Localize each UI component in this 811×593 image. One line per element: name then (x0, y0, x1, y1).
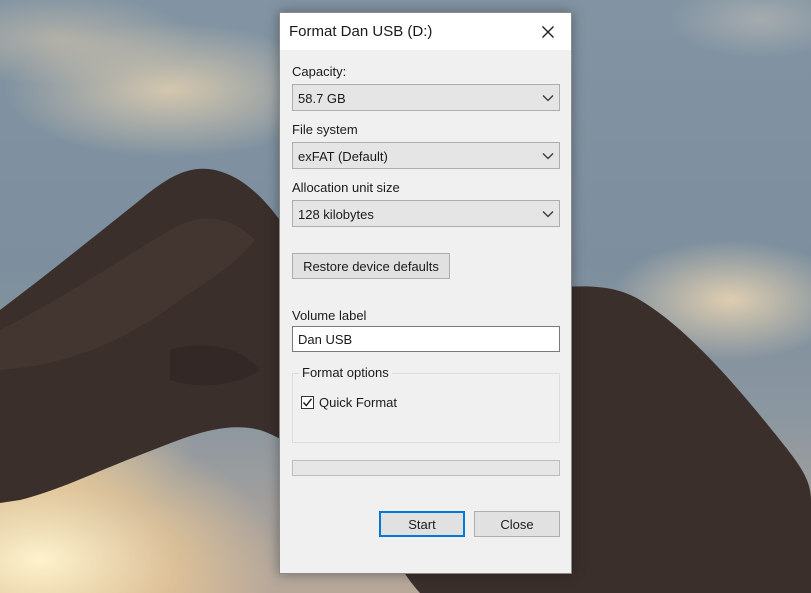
allocation-unit-label: Allocation unit size (292, 180, 400, 195)
file-system-select[interactable]: exFAT (Default) (292, 142, 560, 169)
chevron-down-icon (542, 211, 554, 218)
capacity-label: Capacity: (292, 64, 347, 79)
format-progress-bar (292, 460, 560, 476)
quick-format-option[interactable]: Quick Format (301, 393, 397, 411)
restore-device-defaults-button[interactable]: Restore device defaults (292, 253, 450, 279)
close-button[interactable]: Close (474, 511, 560, 537)
volume-label-value: Dan USB (298, 332, 353, 347)
quick-format-checkbox[interactable] (301, 395, 314, 409)
close-icon (542, 25, 554, 38)
allocation-unit-select[interactable]: 128 kilobytes (292, 200, 560, 227)
close-window-button[interactable] (525, 13, 571, 50)
format-options-group: Format options Quick Format (292, 365, 560, 443)
file-system-label: File system (292, 122, 358, 137)
format-options-legend: Format options (299, 365, 392, 380)
chevron-down-icon (542, 95, 554, 102)
checkmark-icon (302, 397, 313, 407)
capacity-value: 58.7 GB (298, 91, 346, 106)
volume-label-input[interactable]: Dan USB (292, 326, 560, 352)
file-system-value: exFAT (Default) (298, 149, 388, 164)
quick-format-label: Quick Format (319, 394, 398, 410)
format-dialog: Format Dan USB (D:) Capacity: 58.7 GB Fi… (279, 12, 572, 574)
title-bar: Format Dan USB (D:) (280, 13, 571, 50)
dialog-title: Format Dan USB (D:) (289, 23, 433, 40)
start-button[interactable]: Start (379, 511, 465, 537)
chevron-down-icon (542, 153, 554, 160)
capacity-select[interactable]: 58.7 GB (292, 84, 560, 111)
allocation-unit-value: 128 kilobytes (298, 207, 374, 222)
volume-label-label: Volume label (292, 308, 367, 323)
